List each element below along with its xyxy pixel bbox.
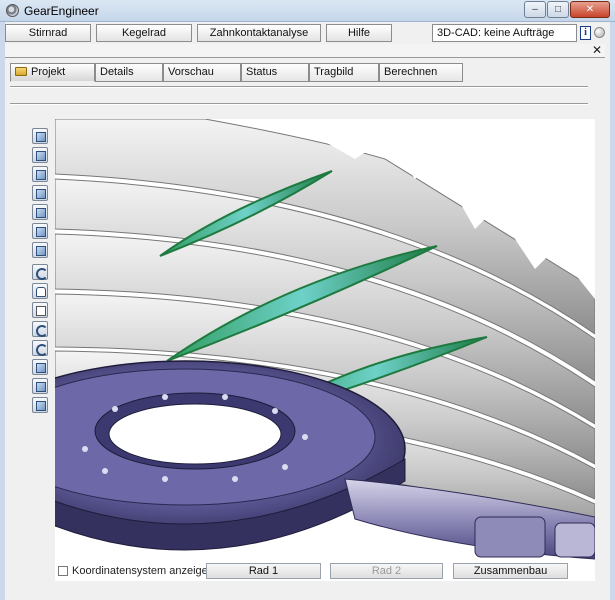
tab-vorschau[interactable]: Vorschau	[163, 63, 241, 82]
maximize-button[interactable]: □	[547, 1, 569, 18]
tab-bar: Projekt Details Vorschau Status Tragbild…	[10, 63, 463, 82]
zoom-icon[interactable]	[32, 321, 48, 337]
menu-zahnkontaktanalyse[interactable]: Zahnkontaktanalyse	[197, 24, 321, 42]
menu-kegelrad[interactable]: Kegelrad	[96, 24, 192, 42]
rad1-button[interactable]: Rad 1	[206, 563, 321, 579]
view-cube2-icon[interactable]	[32, 378, 48, 394]
page-icon[interactable]	[32, 302, 48, 318]
pan-hand-icon[interactable]	[32, 283, 48, 299]
assembly-button[interactable]: Zusammenbau	[453, 563, 568, 579]
minimize-button[interactable]: ‒	[524, 1, 546, 18]
view-cube-icon[interactable]	[32, 359, 48, 375]
cad-status-field: 3D-CAD: keine Aufträge	[432, 24, 577, 42]
window-controls: ‒ □ ✕	[523, 1, 610, 18]
app-gear-icon	[6, 4, 19, 17]
menu-hilfe[interactable]: Hilfe	[326, 24, 392, 42]
tab-berechnen[interactable]: Berechnen	[379, 63, 463, 82]
coordinate-system-toggle[interactable]: Koordinatensystem anzeigen	[58, 563, 214, 579]
refresh-icon[interactable]	[32, 340, 48, 356]
tab-tragbild[interactable]: Tragbild	[309, 63, 379, 82]
status-indicator-icon	[594, 27, 605, 38]
view-iso-icon[interactable]	[32, 242, 48, 258]
info-icon[interactable]: i	[580, 26, 591, 40]
view-toolbar	[32, 128, 50, 416]
tab-details[interactable]: Details	[95, 63, 163, 82]
title-bar: GearEngineer ‒ □ ✕	[0, 0, 615, 22]
view-bottom-icon[interactable]	[32, 223, 48, 239]
separator-line	[10, 86, 588, 88]
gear-3d-viewport[interactable]	[55, 119, 595, 581]
tab-label: Projekt	[31, 66, 66, 78]
rad2-button[interactable]: Rad 2	[330, 563, 443, 579]
coordinate-system-label: Koordinatensystem anzeigen	[72, 565, 214, 577]
tab-status[interactable]: Status	[241, 63, 309, 82]
view-right-icon[interactable]	[32, 185, 48, 201]
view-top-icon[interactable]	[32, 204, 48, 220]
folder-icon	[15, 67, 27, 76]
rotate-icon[interactable]	[32, 264, 48, 280]
gear-rendering	[55, 119, 595, 560]
close-panel-button[interactable]: ✕	[590, 44, 604, 58]
window-title: GearEngineer	[24, 4, 99, 18]
home-icon[interactable]	[32, 397, 48, 413]
view-back-icon[interactable]	[32, 147, 48, 163]
separator-line	[10, 103, 588, 105]
coordinate-system-checkbox[interactable]	[58, 566, 68, 576]
panel-header	[5, 44, 605, 58]
tab-projekt[interactable]: Projekt	[10, 63, 95, 82]
view-left-icon[interactable]	[32, 166, 48, 182]
menu-stirnrad[interactable]: Stirnrad	[5, 24, 91, 42]
view-front-icon[interactable]	[32, 128, 48, 144]
close-window-button[interactable]: ✕	[570, 1, 610, 18]
